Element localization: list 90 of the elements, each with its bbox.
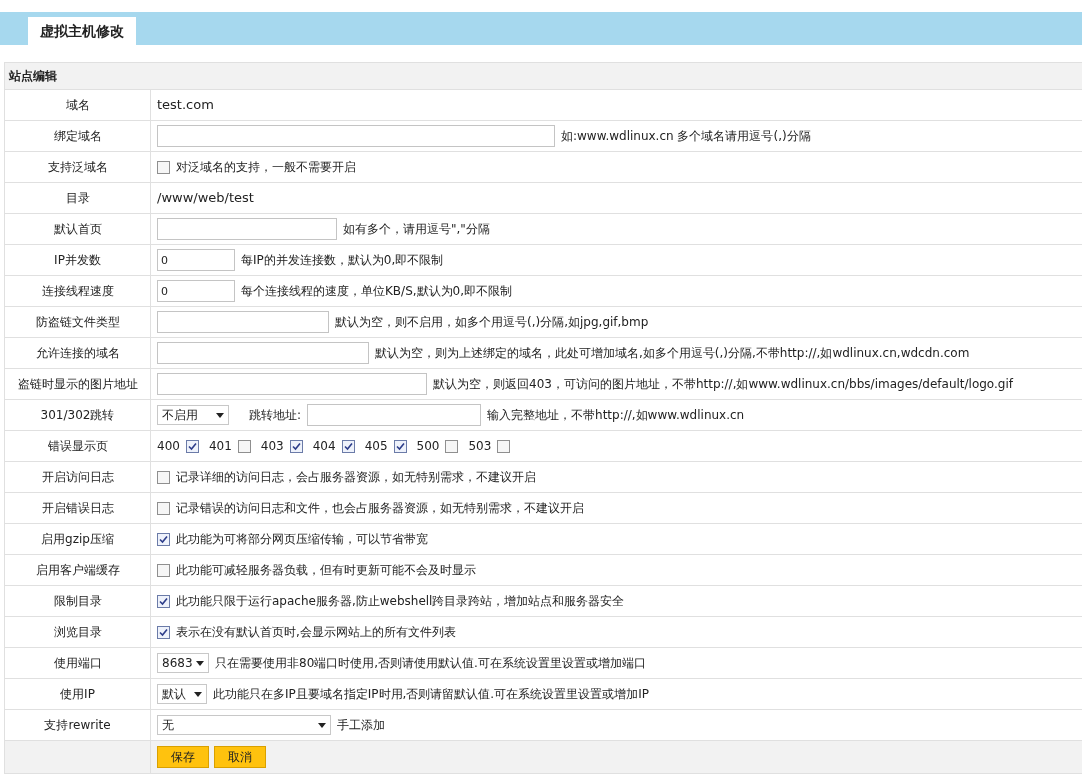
field-label: 限制目录: [53, 593, 102, 610]
hint-text: 只在需要使用非80端口时使用,否则请使用默认值.可在系统设置里设置或增加端口: [215, 655, 646, 672]
section-header: 站点编辑: [5, 62, 1082, 90]
field-value: test.com: [157, 96, 214, 115]
caret-icon: [216, 412, 224, 418]
form-button[interactable]: 保存: [157, 746, 209, 768]
caret-icon: [194, 691, 202, 697]
status-code: 500: [416, 438, 440, 455]
status-code: 403: [260, 438, 284, 455]
select-dropdown[interactable]: 8683: [157, 653, 209, 673]
status-code: 401: [208, 438, 232, 455]
check-icon: [159, 534, 168, 544]
field-label: 连接线程速度: [41, 283, 114, 300]
field-label: 允许连接的域名: [35, 345, 120, 362]
field-label: 绑定域名: [53, 128, 102, 145]
select-dropdown[interactable]: 不启用: [157, 405, 229, 425]
hint-text: 默认为空，则返回403，可访问的图片地址，不带http://,如www.wdlinux.cn/bbs/images/default/logo.gif: [433, 376, 1013, 393]
check-icon: [291, 441, 301, 451]
field-label: 开启访问日志: [41, 469, 114, 486]
field-label: 盗链时显示的图片地址: [17, 376, 138, 393]
checkbox[interactable]: [497, 439, 511, 453]
status-code: 405: [364, 438, 388, 455]
check-icon: [395, 441, 405, 451]
field-label: 启用gzip压缩: [41, 531, 114, 548]
field-label: 301/302跳转: [40, 407, 115, 424]
checkbox[interactable]: [237, 439, 251, 453]
checkbox[interactable]: [341, 439, 355, 453]
checkbox[interactable]: [157, 470, 170, 484]
address-label: 跳转地址:: [249, 407, 302, 424]
field-label: 开启错误日志: [41, 500, 114, 517]
field-label: 使用端口: [53, 655, 102, 672]
check-icon: [187, 441, 197, 451]
field-label: 防盗链文件类型: [35, 314, 120, 331]
field-label: 域名: [65, 97, 90, 114]
input-field[interactable]: [157, 125, 555, 147]
select-dropdown[interactable]: 默认: [157, 684, 207, 704]
checkbox[interactable]: [445, 439, 459, 453]
hint-text: 手工添加: [337, 717, 385, 734]
checkbox[interactable]: [157, 532, 170, 546]
checkbox[interactable]: [289, 439, 303, 453]
hint-text: 默认为空，则不启用，如多个用逗号(,)分隔,如jpg,gif,bmp: [335, 314, 649, 331]
input-field[interactable]: 0: [157, 249, 235, 271]
form-button[interactable]: 取消: [214, 746, 266, 768]
caret-icon: [196, 660, 204, 666]
checkbox[interactable]: [185, 439, 199, 453]
hint-text: 如:www.wdlinux.cn 多个域名请用逗号(,)分隔: [561, 128, 811, 145]
input-field[interactable]: [157, 373, 427, 395]
hint-text: 如有多个，请用逗号","分隔: [343, 221, 490, 238]
input-field[interactable]: 0: [157, 280, 235, 302]
field-label: 使用IP: [60, 686, 95, 703]
hint-text: 此功能只在多IP且要域名指定IP时用,否则请留默认值.可在系统设置里设置或增加IP: [213, 686, 649, 703]
checkbox[interactable]: [157, 594, 170, 608]
hint-text: 默认为空，则为上述绑定的域名，此处可增加域名,如多个用逗号(,)分隔,不带http://,如wdlinux.cn,wdcdn.com: [375, 345, 970, 362]
status-code: 503: [468, 438, 492, 455]
input-field[interactable]: [157, 311, 329, 333]
checkbox[interactable]: [157, 625, 170, 639]
field-label: 浏览目录: [53, 624, 102, 641]
check-icon: [343, 441, 353, 451]
field-label: 错误显示页: [47, 438, 108, 455]
field-label: 支持泛域名: [47, 159, 108, 176]
field-label: IP并发数: [54, 252, 101, 269]
select-dropdown[interactable]: 无: [157, 715, 331, 735]
hint-text: 此功能可减轻服务器负载，但有时更新可能不会及时显示: [176, 562, 476, 579]
input-field[interactable]: [157, 342, 369, 364]
input-field[interactable]: [307, 404, 482, 426]
hint-text: 表示在没有默认首页时,会显示网站上的所有文件列表: [176, 624, 456, 641]
hint-text: 每IP的并发连接数，默认为0,即不限制: [241, 252, 444, 269]
field-value: /www/web/test: [157, 189, 254, 208]
field-label: 默认首页: [53, 221, 102, 238]
hint-text: 输入完整地址，不带http://,如www.wdlinux.cn: [487, 407, 745, 424]
checkbox[interactable]: [157, 160, 170, 174]
check-icon: [159, 596, 168, 606]
checkbox[interactable]: [157, 563, 170, 577]
hint-text: 此功能只限于运行apache服务器,防止webshell跨目录跨站，增加站点和服务器安全: [176, 593, 625, 610]
field-label: 启用客户端缓存: [35, 562, 120, 579]
hint-text: 对泛域名的支持，一般不需要开启: [176, 159, 356, 176]
hint-text: 记录详细的访问日志，会占服务器资源，如无特别需求，不建议开启: [176, 469, 536, 486]
field-label: 目录: [65, 190, 90, 207]
page-tab[interactable]: 虚拟主机修改: [28, 17, 136, 45]
status-code: 404: [312, 438, 336, 455]
input-field[interactable]: [157, 218, 337, 240]
caret-icon: [318, 722, 326, 728]
status-code: 400: [157, 438, 180, 455]
check-icon: [159, 627, 168, 637]
hint-text: 此功能为可将部分网页压缩传输，可以节省带宽: [176, 531, 428, 548]
field-label: 支持rewrite: [44, 717, 111, 734]
hint-text: 每个连接线程的速度，单位KB/S,默认为0,即不限制: [241, 283, 513, 300]
checkbox[interactable]: [393, 439, 407, 453]
checkbox[interactable]: [157, 501, 170, 515]
hint-text: 记录错误的访问日志和文件，也会占服务器资源，如无特别需求，不建议开启: [176, 500, 584, 517]
